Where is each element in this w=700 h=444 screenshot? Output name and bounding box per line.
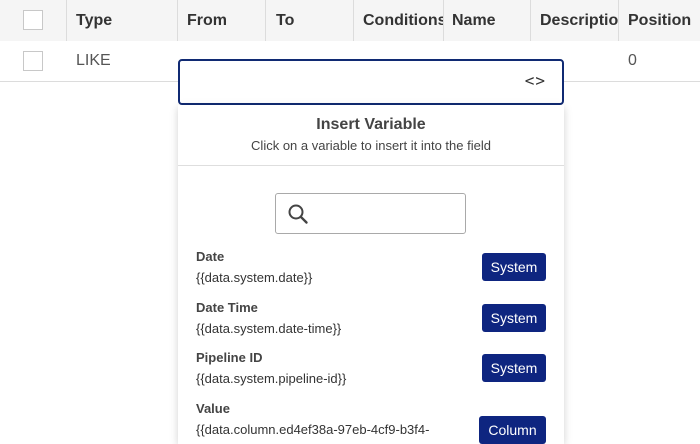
variable-path: {{data.system.pipeline-id}} (196, 371, 347, 386)
insert-variable-popup: Insert Variable Click on a variable to i… (178, 105, 564, 444)
column-header-type[interactable]: Type (76, 0, 112, 41)
column-divider (265, 0, 266, 41)
column-divider (353, 0, 354, 41)
column-header-description[interactable]: Descriptior (540, 0, 618, 41)
row-checkbox[interactable] (23, 51, 43, 71)
variable-type-badge[interactable]: System (482, 304, 546, 332)
variable-name: Date Time (196, 300, 258, 315)
column-divider (443, 0, 444, 41)
popup-title: Insert Variable (316, 116, 426, 133)
search-icon (288, 204, 308, 224)
table-header: Type From To Conditions Name Descriptior… (0, 0, 700, 42)
variable-path: {{data.system.date-time}} (196, 321, 342, 336)
popup-subtitle: Click on a variable to insert it into th… (251, 138, 491, 153)
column-header-to[interactable]: To (276, 0, 294, 41)
variable-path: {{data.system.date}} (196, 270, 313, 285)
popup-header: Insert Variable Click on a variable to i… (178, 105, 564, 166)
variable-name: Date (196, 249, 225, 264)
variable-search-input[interactable] (275, 193, 466, 234)
select-all-checkbox[interactable] (23, 10, 43, 30)
cell-type: LIKE (76, 52, 111, 69)
column-header-from[interactable]: From (187, 0, 227, 41)
column-divider (618, 0, 619, 41)
column-divider (177, 0, 178, 41)
variable-input-field[interactable]: <> (178, 59, 564, 105)
column-divider (66, 0, 67, 41)
variable-type-badge[interactable]: System (482, 354, 546, 382)
column-header-name[interactable]: Name (452, 0, 496, 41)
variable-name: Pipeline ID (196, 350, 263, 365)
variable-type-badge[interactable]: Column (479, 416, 546, 444)
variable-path: {{data.column.ed4ef38a-97eb-4cf9-b3f4- (196, 422, 430, 437)
column-divider (530, 0, 531, 41)
column-header-conditions[interactable]: Conditions (363, 0, 443, 41)
column-header-position[interactable]: Position (628, 0, 691, 41)
code-icon[interactable]: <> (525, 71, 546, 90)
variable-type-badge[interactable]: System (482, 253, 546, 281)
variable-name: Value (196, 401, 230, 416)
cell-position: 0 (628, 52, 637, 69)
